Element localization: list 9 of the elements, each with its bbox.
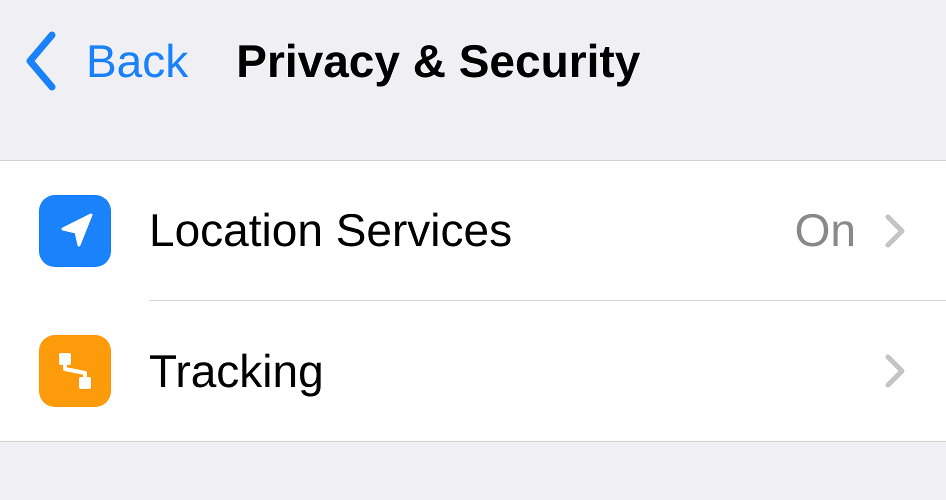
settings-row[interactable]: Tracking (0, 301, 946, 441)
row-value: On (794, 203, 856, 258)
chevron-right-icon (884, 353, 906, 389)
chevron-right-icon (884, 212, 906, 248)
page-title: Privacy & Security (236, 34, 640, 88)
chevron-left-icon (24, 31, 58, 91)
row-label: Location Services (149, 203, 514, 258)
settings-row[interactable]: Location Services On (0, 161, 946, 301)
row-label: Tracking (149, 344, 325, 398)
